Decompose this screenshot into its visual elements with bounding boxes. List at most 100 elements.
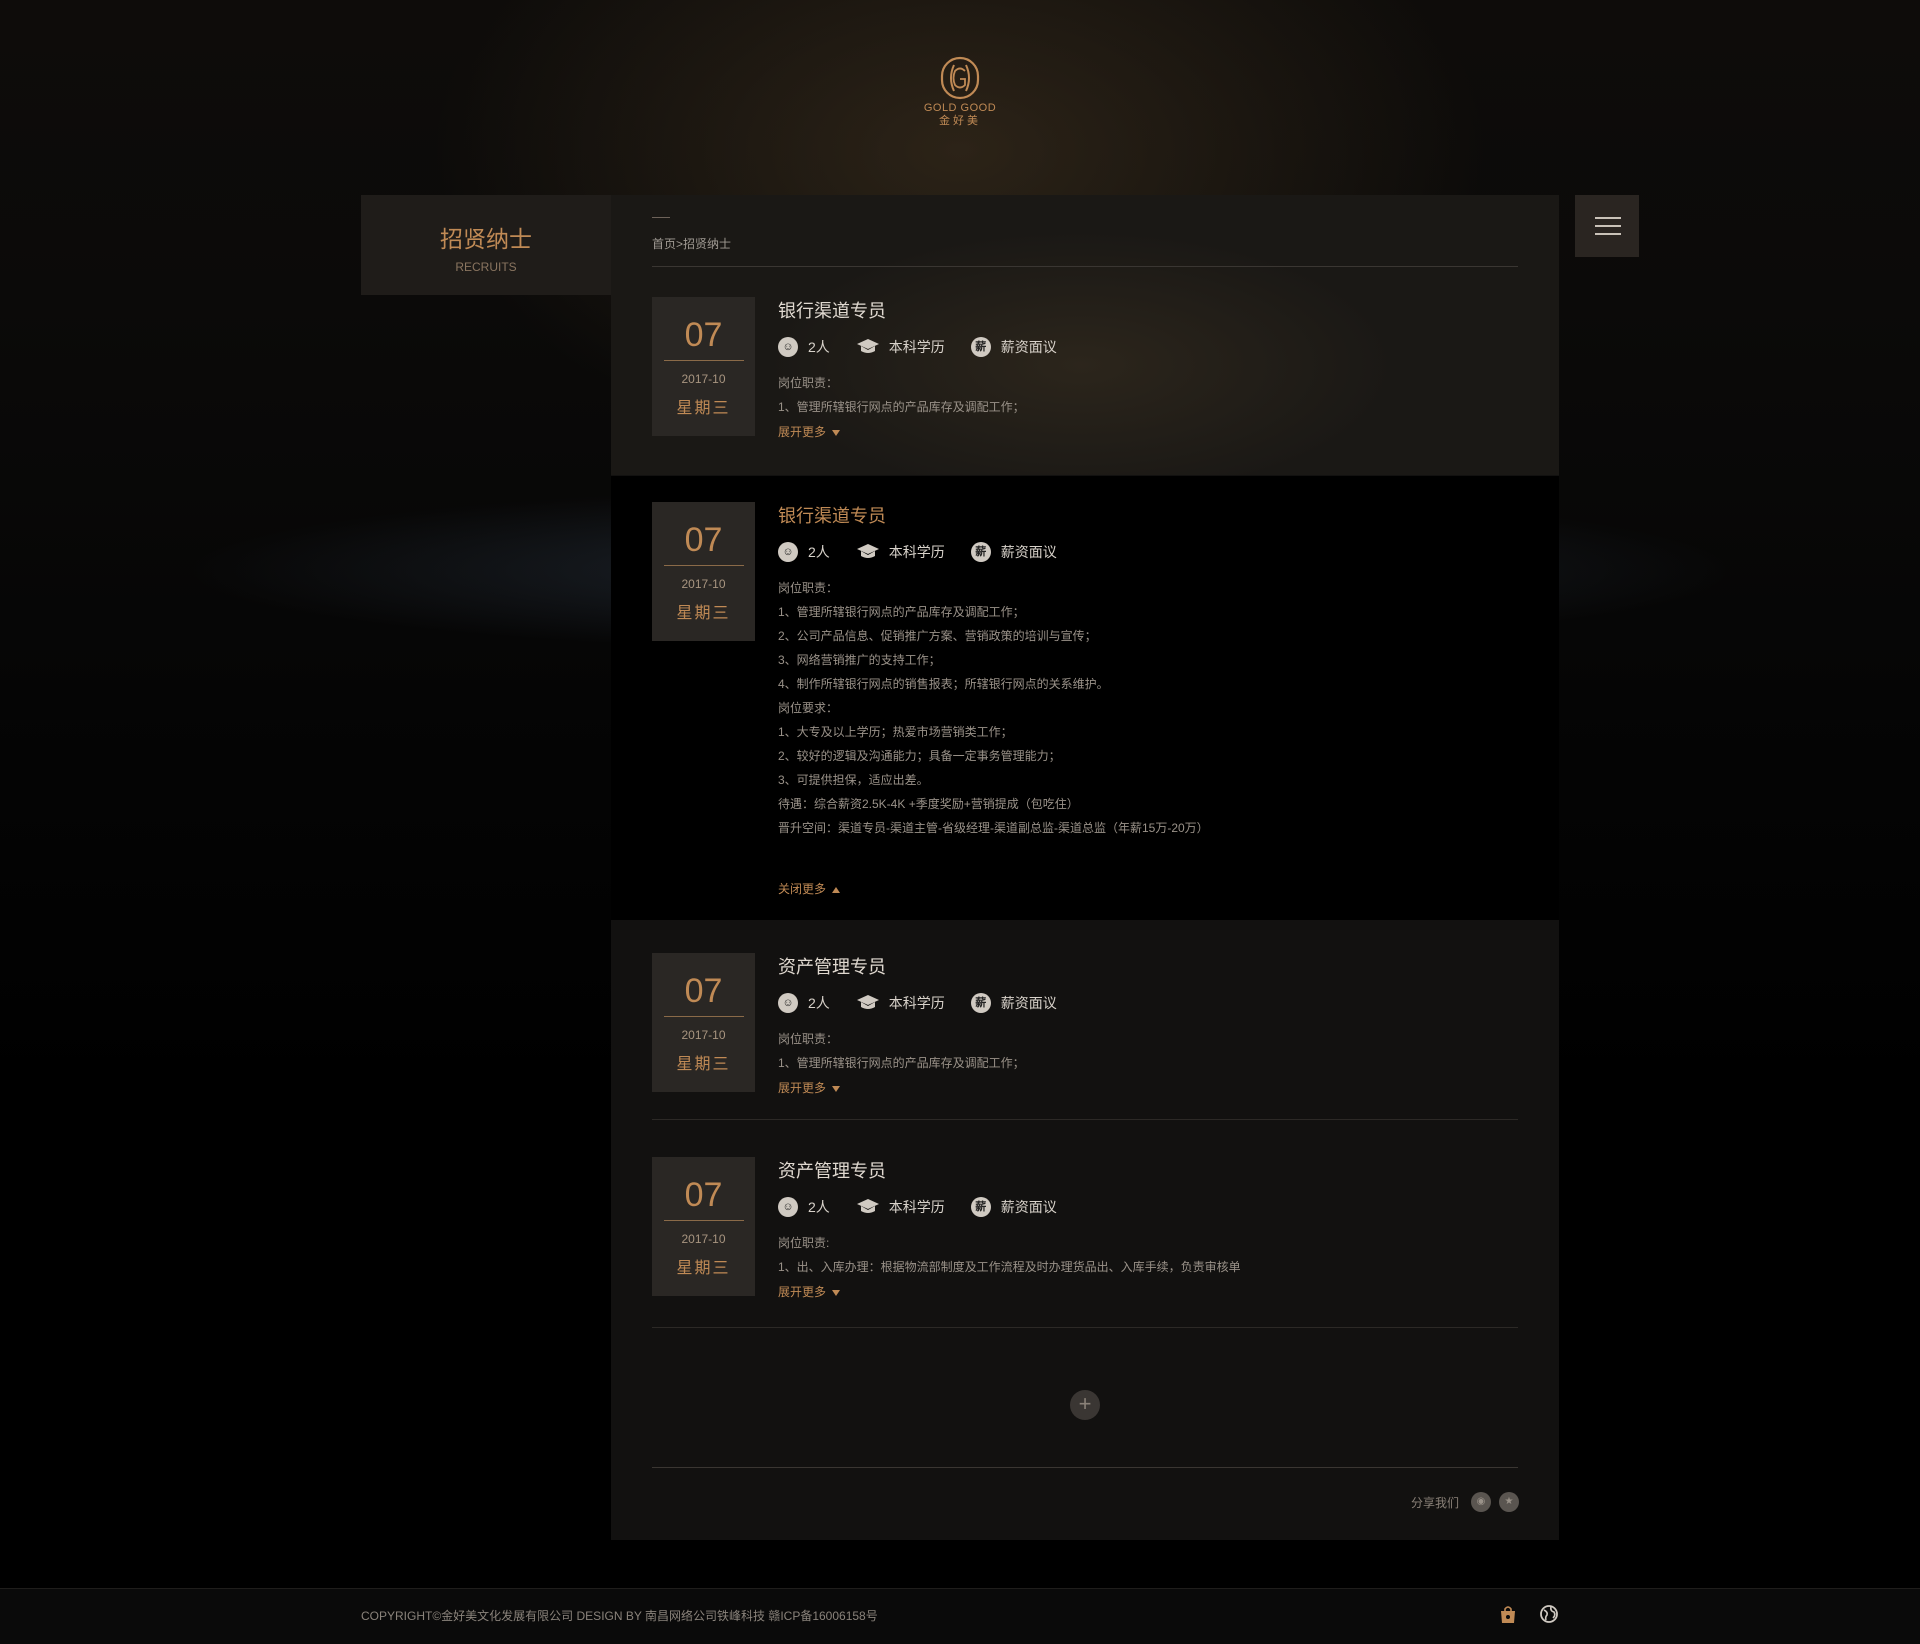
job-education: 本科学历 xyxy=(856,993,945,1013)
date-day: 07 xyxy=(684,316,723,354)
job-salary: 薪薪资面议 xyxy=(970,993,1057,1013)
date-box: 07 2017-10 星期三 xyxy=(652,953,755,1092)
gold-good-logo-icon xyxy=(940,56,980,100)
expand-more-link[interactable]: 展开更多 xyxy=(778,423,1083,441)
desc-line: 1、管理所辖银行网点的产品库存及调配工作； xyxy=(778,400,1025,414)
date-divider xyxy=(663,1220,744,1221)
job-salary: 薪薪资面议 xyxy=(970,1197,1057,1217)
job-salary: 薪薪资面议 xyxy=(970,542,1057,562)
people-icon: ☺ xyxy=(778,337,798,357)
job-title[interactable]: 资产管理专员 xyxy=(778,955,1083,979)
job-info: 资产管理专员 ☺ 2人 本科学历 薪薪资面议 岗位职责: 1、出、入库办理：根据物… xyxy=(778,1159,1241,1301)
desc-line: 2、较好的逻辑及沟通能力；具备一定事务管理能力； xyxy=(778,749,1061,763)
desc-line: 待遇：综合薪资2.5K-4K +季度奖励+营销提成（包吃住） xyxy=(778,797,1079,811)
job-item: 07 2017-10 星期三 资产管理专员 ☺ 2人 本科学历 薪薪资面议 岗位职… xyxy=(611,1129,1559,1333)
divider xyxy=(652,1119,1518,1120)
expand-more-label: 展开更多 xyxy=(778,1285,827,1299)
breadcrumb-current: 招贤纳士 xyxy=(683,237,732,251)
breadcrumb-dash xyxy=(652,217,670,218)
date-weekday: 星期三 xyxy=(676,400,731,417)
breadcrumb-separator: > xyxy=(676,237,684,251)
shopping-bag-icon[interactable] xyxy=(1497,1603,1519,1625)
desc-line: 岗位职责: xyxy=(778,1236,830,1250)
job-count: ☺ 2人 xyxy=(778,993,830,1013)
job-count-value: 2人 xyxy=(808,339,830,355)
date-year-month: 2017-10 xyxy=(681,577,726,591)
date-year-month: 2017-10 xyxy=(681,372,726,386)
job-title[interactable]: 资产管理专员 xyxy=(778,1159,1241,1183)
breadcrumb: 首页>招贤纳士 xyxy=(652,235,731,252)
qzone-star-icon[interactable]: ★ xyxy=(1499,1492,1520,1512)
load-more-button[interactable]: + xyxy=(1070,1390,1100,1420)
job-salary-value: 薪资面议 xyxy=(1000,1199,1057,1215)
job-count: ☺ 2人 xyxy=(778,542,830,562)
desc-line: 1、大专及以上学历；热爱市场营销类工作； xyxy=(778,725,1013,739)
desc-line: 1、管理所辖银行网点的产品库存及调配工作； xyxy=(778,605,1025,619)
date-box: 07 2017-10 星期三 xyxy=(652,502,755,641)
weibo-icon[interactable]: ◉ xyxy=(1471,1492,1492,1512)
date-weekday: 星期三 xyxy=(676,605,731,622)
people-icon: ☺ xyxy=(778,993,798,1013)
job-item: 07 2017-10 星期三 银行渠道专员 ☺ 2人 本科学历 薪薪资面议 岗位职… xyxy=(611,267,1559,471)
divider xyxy=(652,1327,1518,1328)
job-education-value: 本科学历 xyxy=(888,1199,945,1215)
date-divider xyxy=(663,1016,744,1017)
job-count-value: 2人 xyxy=(808,1199,830,1215)
graduation-cap-icon xyxy=(856,544,879,558)
job-salary: 薪薪资面议 xyxy=(970,337,1057,357)
expand-more-link[interactable]: 展开更多 xyxy=(778,1079,1083,1097)
copyright-text: COPYRIGHT©金好美文化发展有限公司 DESIGN BY 南昌网络公司铁峰… xyxy=(361,1609,878,1623)
logo[interactable]: GOLD GOOD 金好美 xyxy=(910,55,1010,145)
job-salary-value: 薪资面议 xyxy=(1000,544,1057,560)
date-divider xyxy=(663,360,744,361)
salary-icon: 薪 xyxy=(970,337,991,357)
menu-button[interactable] xyxy=(1575,195,1639,257)
hamburger-menu-icon xyxy=(1595,233,1621,235)
date-box: 07 2017-10 星期三 xyxy=(652,297,755,436)
job-count-value: 2人 xyxy=(808,544,830,560)
job-title[interactable]: 银行渠道专员 xyxy=(778,504,1209,528)
job-info: 银行渠道专员 ☺ 2人 本科学历 薪薪资面议 岗位职责： 1、管理所辖银行网点的产… xyxy=(778,299,1083,441)
divider xyxy=(652,1467,1518,1468)
share-label: 分享我们 xyxy=(1411,1495,1460,1510)
sidebar-subtitle: RECRUITS xyxy=(455,260,517,274)
job-education-value: 本科学历 xyxy=(888,544,945,560)
job-count: ☺ 2人 xyxy=(778,1197,830,1217)
hamburger-menu-icon xyxy=(1595,217,1621,219)
main-content: 首页>招贤纳士 07 2017-10 星期三 银行渠道专员 ☺ 2人 本科学历 薪… xyxy=(611,195,1559,1540)
hamburger-menu-icon xyxy=(1595,225,1621,227)
job-education-value: 本科学历 xyxy=(888,339,945,355)
collapse-more-label: 关闭更多 xyxy=(778,882,827,896)
expand-more-link[interactable]: 展开更多 xyxy=(778,1283,1241,1301)
graduation-cap-icon xyxy=(856,1199,879,1213)
salary-icon: 薪 xyxy=(970,542,991,562)
date-year-month: 2017-10 xyxy=(681,1232,726,1246)
breadcrumb-home[interactable]: 首页 xyxy=(652,237,676,251)
job-education: 本科学历 xyxy=(856,337,945,357)
date-year-month: 2017-10 xyxy=(681,1028,726,1042)
job-description: 岗位职责: 1、出、入库办理：根据物流部制度及工作流程及时办理货品出、入库手续，… xyxy=(778,1231,1241,1279)
graduation-cap-icon xyxy=(856,339,879,353)
job-meta: ☺ 2人 本科学历 薪薪资面议 xyxy=(778,991,1083,1015)
expand-more-label: 展开更多 xyxy=(778,1081,827,1095)
desc-line: 岗位职责： xyxy=(778,1032,839,1046)
globe-icon[interactable] xyxy=(1538,1603,1560,1625)
job-salary-value: 薪资面议 xyxy=(1000,995,1057,1011)
caret-down-icon xyxy=(832,1085,841,1092)
people-icon: ☺ xyxy=(778,1197,798,1217)
caret-down-icon xyxy=(832,1289,841,1296)
people-icon: ☺ xyxy=(778,542,798,562)
job-meta: ☺ 2人 本科学历 薪薪资面议 xyxy=(778,540,1209,564)
desc-line: 4、制作所辖银行网点的销售报表；所辖银行网点的关系维护。 xyxy=(778,677,1109,691)
logo-chinese-name: 金好美 xyxy=(939,115,981,127)
desc-line: 2、公司产品信息、促销推广方案、营销政策的培训与宣传； xyxy=(778,629,1097,643)
desc-line: 岗位职责： xyxy=(778,581,839,595)
job-title[interactable]: 银行渠道专员 xyxy=(778,299,1083,323)
salary-icon: 薪 xyxy=(970,993,991,1013)
job-description: 岗位职责： 1、管理所辖银行网点的产品库存及调配工作； xyxy=(778,371,1083,419)
share-bar: 分享我们 ◉ ★ xyxy=(1411,1492,1520,1512)
caret-down-icon xyxy=(832,429,841,436)
collapse-more-link[interactable]: 关闭更多 xyxy=(778,880,1209,898)
sidebar-title: 招贤纳士 xyxy=(440,226,532,252)
caret-up-icon xyxy=(832,886,841,893)
